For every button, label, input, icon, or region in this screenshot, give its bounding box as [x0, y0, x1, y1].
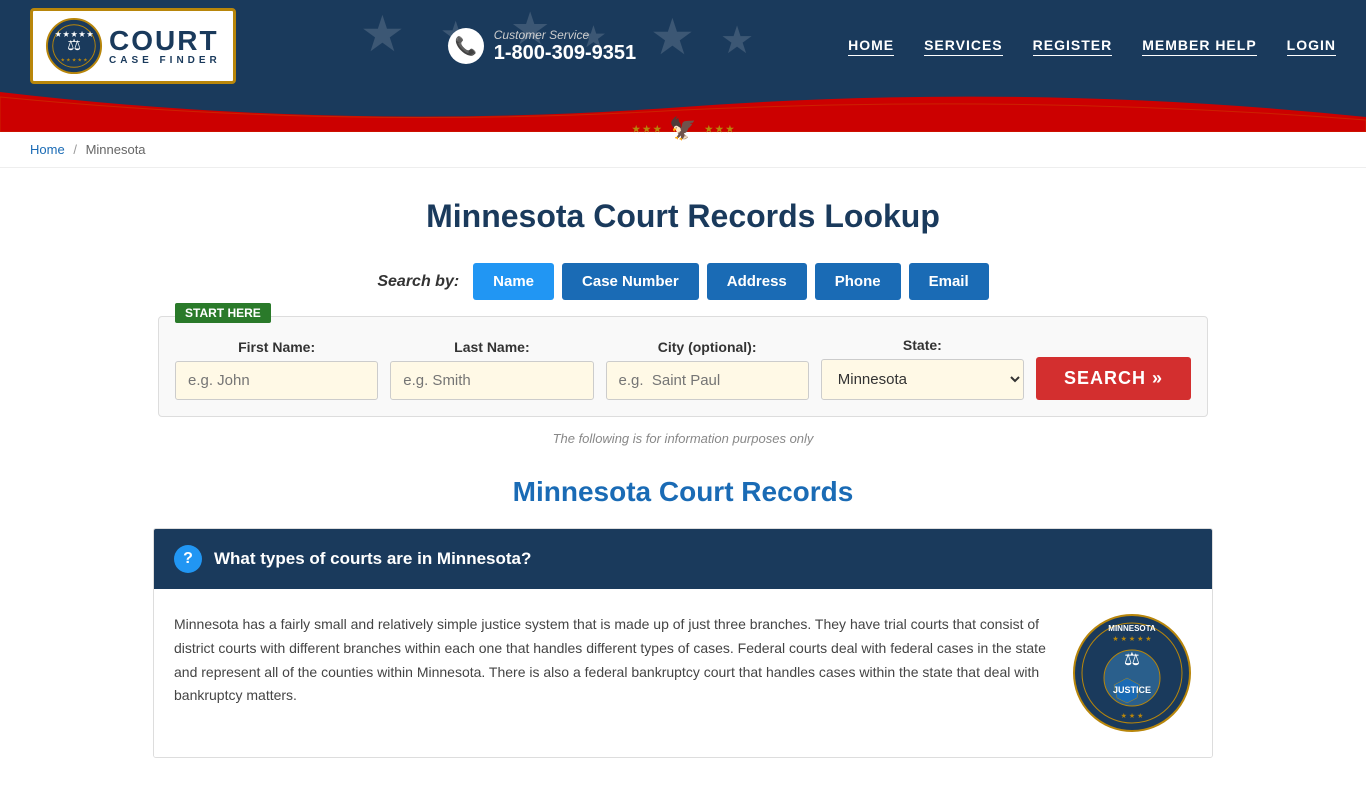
first-name-input[interactable]	[175, 361, 378, 400]
disclaimer-text: The following is for information purpose…	[153, 431, 1213, 446]
first-name-label: First Name:	[175, 339, 378, 355]
tab-email[interactable]: Email	[909, 263, 989, 300]
city-field: City (optional):	[606, 339, 809, 400]
search-by-label: Search by:	[377, 273, 459, 291]
svg-text:★ ★ ★ ★ ★: ★ ★ ★ ★ ★	[1112, 635, 1151, 643]
breadcrumb-home[interactable]: Home	[30, 142, 65, 157]
nav-member-help[interactable]: MEMBER HELP	[1142, 37, 1256, 56]
eagle-emblem: ★ ★ ★ 🦅 ★ ★ ★	[632, 116, 734, 142]
search-form: START HERE First Name: Last Name: City (…	[158, 316, 1208, 417]
tab-address[interactable]: Address	[707, 263, 807, 300]
start-here-badge: START HERE	[175, 303, 271, 323]
faq-header-1[interactable]: ? What types of courts are in Minnesota?	[154, 529, 1212, 589]
search-button[interactable]: SEARCH »	[1036, 357, 1191, 400]
faq-body-1: Minnesota has a fairly small and relativ…	[154, 589, 1212, 757]
phone-icon: 📞	[448, 28, 484, 64]
last-name-label: Last Name:	[390, 339, 593, 355]
city-label: City (optional):	[606, 339, 809, 355]
nav-login[interactable]: LOGIN	[1287, 37, 1336, 56]
site-header: ★ ★ ★ ★ ★ ★ ★ ★ ★ ★ ★ ⚖ ★ ★ ★ ★ ★	[0, 0, 1366, 132]
svg-text:★ ★ ★: ★ ★ ★	[1121, 712, 1144, 720]
cs-label: Customer Service	[494, 28, 636, 42]
faq-question-icon: ?	[174, 545, 202, 573]
first-name-field: First Name:	[175, 339, 378, 400]
svg-text:★ ★ ★ ★ ★: ★ ★ ★ ★ ★	[60, 57, 88, 63]
svg-text:⚖: ⚖	[67, 37, 81, 54]
state-label: State:	[821, 337, 1024, 353]
nav-home[interactable]: HOME	[848, 37, 894, 56]
cs-phone: 1-800-309-9351	[494, 42, 636, 65]
city-input[interactable]	[606, 361, 809, 400]
page-title: Minnesota Court Records Lookup	[153, 198, 1213, 235]
svg-text:JUSTICE: JUSTICE	[1113, 685, 1151, 695]
search-section: Search by: Name Case Number Address Phon…	[153, 263, 1213, 446]
svg-text:⚖: ⚖	[1124, 649, 1140, 669]
faq-title-1: What types of courts are in Minnesota?	[214, 549, 531, 569]
main-nav: HOME SERVICES REGISTER MEMBER HELP LOGIN	[848, 37, 1336, 56]
tab-case-number[interactable]: Case Number	[562, 263, 699, 300]
tab-phone[interactable]: Phone	[815, 263, 901, 300]
search-by-row: Search by: Name Case Number Address Phon…	[153, 263, 1213, 300]
customer-service: 📞 Customer Service 1-800-309-9351	[448, 28, 636, 65]
main-content: Minnesota Court Records Lookup Search by…	[133, 168, 1233, 788]
state-field: State: Minnesota Alabama Alaska Arizona …	[821, 337, 1024, 400]
logo-seal-svg: ★ ★ ★ ★ ★ ⚖ ★ ★ ★ ★ ★	[45, 17, 103, 75]
tab-name[interactable]: Name	[473, 263, 554, 300]
last-name-field: Last Name:	[390, 339, 593, 400]
breadcrumb-current: Minnesota	[86, 142, 146, 157]
nav-services[interactable]: SERVICES	[924, 37, 1003, 56]
faq-item-1: ? What types of courts are in Minnesota?…	[153, 528, 1213, 758]
logo-box: ★ ★ ★ ★ ★ ⚖ ★ ★ ★ ★ ★ COURT CASE FINDER	[30, 8, 236, 84]
minnesota-seal: MINNESOTA ★ ★ ★ ★ ★ ⚖ JUSTICE ★ ★ ★	[1072, 613, 1192, 733]
nav-register[interactable]: REGISTER	[1033, 37, 1113, 56]
faq-answer-1: Minnesota has a fairly small and relativ…	[174, 613, 1048, 733]
svg-text:MINNESOTA: MINNESOTA	[1108, 624, 1156, 633]
eagle-icon: 🦅	[669, 116, 696, 142]
form-row: First Name: Last Name: City (optional): …	[175, 337, 1191, 400]
logo-text-court: COURT	[109, 27, 221, 55]
header-wave: ★ ★ ★ 🦅 ★ ★ ★	[0, 92, 1366, 132]
state-select[interactable]: Minnesota Alabama Alaska Arizona Califor…	[821, 359, 1024, 400]
breadcrumb-separator: /	[73, 142, 77, 157]
last-name-input[interactable]	[390, 361, 593, 400]
section-title: Minnesota Court Records	[153, 476, 1213, 508]
logo-area: ★ ★ ★ ★ ★ ⚖ ★ ★ ★ ★ ★ COURT CASE FINDER	[30, 8, 236, 84]
logo-text-finder: CASE FINDER	[109, 55, 221, 66]
